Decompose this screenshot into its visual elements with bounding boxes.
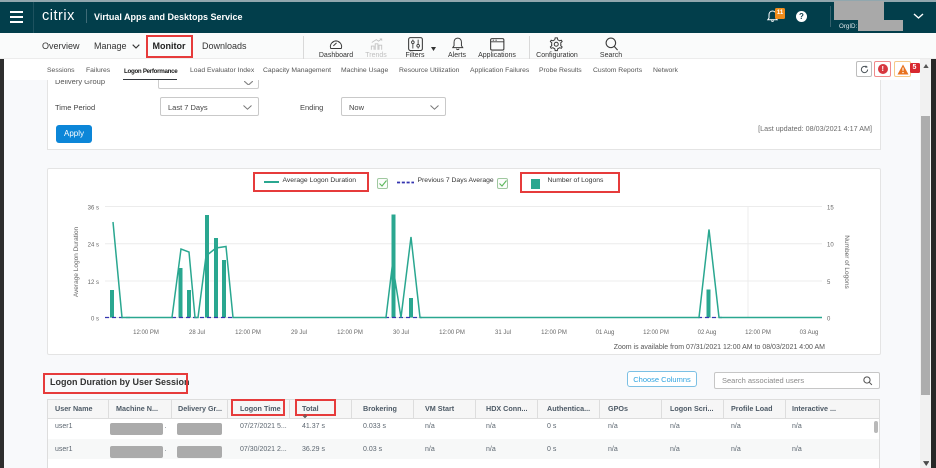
svg-text:12:00 PM: 12:00 PM [337,330,363,336]
svg-text:12:00 PM: 12:00 PM [133,330,159,336]
svg-text:15: 15 [827,206,834,212]
svg-text:31 Jul: 31 Jul [495,330,511,336]
svg-text:36 s: 36 s [88,206,99,212]
svg-text:28 Jul: 28 Jul [189,330,205,336]
svg-text:30 Jul: 30 Jul [393,330,409,336]
svg-text:5: 5 [827,280,831,286]
svg-text:0: 0 [827,317,831,323]
svg-text:12:00 PM: 12:00 PM [235,330,261,336]
svg-text:29 Jul: 29 Jul [291,330,307,336]
svg-text:12 s: 12 s [88,280,99,286]
svg-text:01 Aug: 01 Aug [596,330,615,336]
svg-text:12:00 PM: 12:00 PM [439,330,465,336]
svg-text:03 Aug: 03 Aug [800,330,819,336]
svg-text:12:00 PM: 12:00 PM [541,330,567,336]
svg-text:10: 10 [827,243,834,249]
svg-text:12:00 PM: 12:00 PM [745,330,771,336]
svg-text:Average Logon Duration: Average Logon Duration [73,226,80,297]
svg-text:02 Aug: 02 Aug [698,330,717,336]
svg-text:0 s: 0 s [91,317,99,323]
svg-text:12:00 PM: 12:00 PM [643,330,669,336]
svg-text:24 s: 24 s [88,243,99,249]
svg-text:Number of Logons: Number of Logons [843,235,850,289]
